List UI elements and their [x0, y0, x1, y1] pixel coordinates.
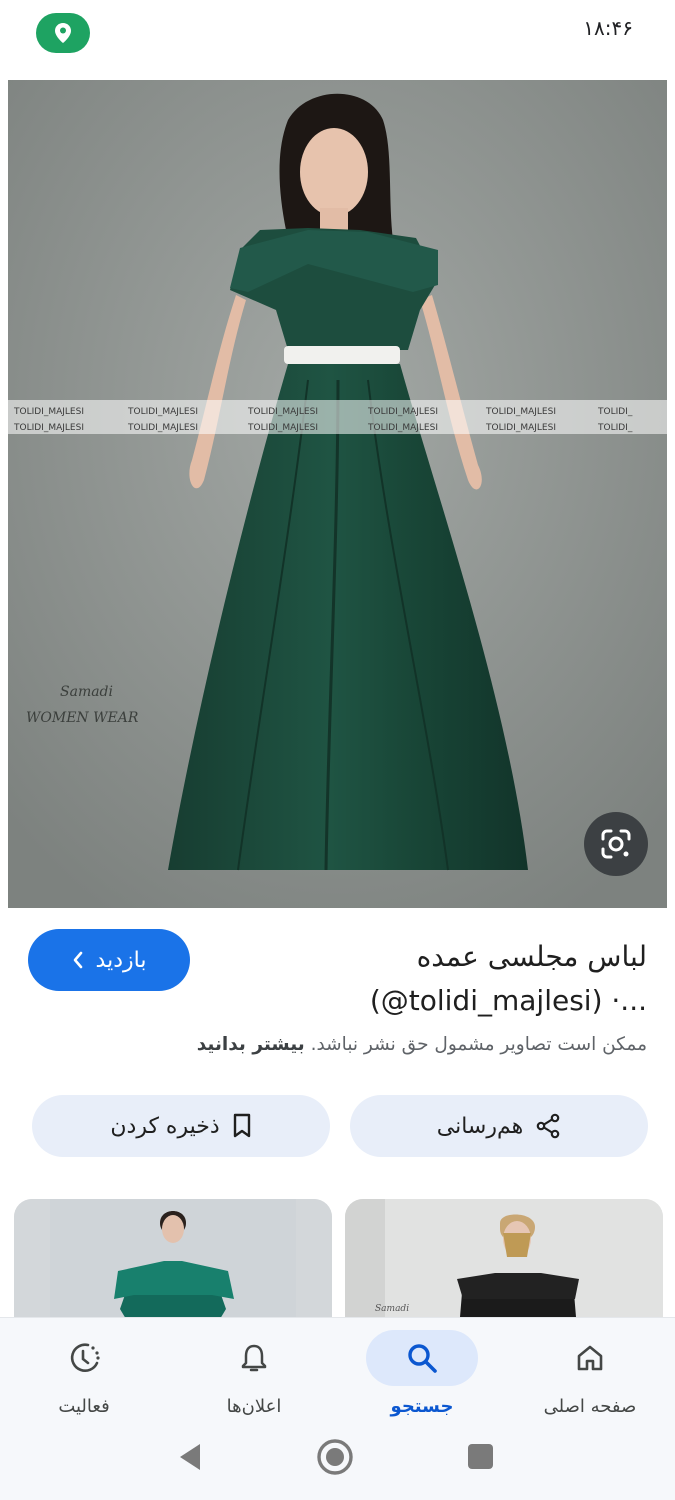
- nav-icon-container: [534, 1330, 646, 1386]
- copyright-notice: ممکن است تصاویر مشمول حق نشر نباشد. بیشت…: [27, 1034, 647, 1055]
- lens-button[interactable]: [584, 812, 648, 876]
- location-pin-icon: [55, 23, 71, 43]
- home-icon: [577, 1345, 603, 1371]
- svg-text:WOMEN WEAR: WOMEN WEAR: [26, 710, 139, 726]
- search-icon: [408, 1344, 437, 1373]
- nav-icon-container: [28, 1330, 140, 1386]
- svg-text:TOLIDI_MAJLESI: TOLIDI_MAJLESI: [485, 407, 556, 417]
- svg-text:TOLIDI_MAJLESI: TOLIDI_MAJLESI: [367, 407, 438, 417]
- related-dress-image: Samadi: [345, 1199, 663, 1329]
- svg-text:TOLIDI_MAJLESI: TOLIDI_MAJLESI: [247, 407, 318, 417]
- share-icon: [536, 1113, 560, 1139]
- svg-text:Samadi: Samadi: [60, 684, 113, 700]
- svg-text:Samadi: Samadi: [375, 1304, 409, 1314]
- related-result-thumbnail[interactable]: Samadi: [345, 1199, 663, 1329]
- result-title[interactable]: لباس مجلسی عمده (@tolidi_majlesi) ·...: [227, 935, 647, 1023]
- back-triangle-icon[interactable]: [176, 1440, 204, 1474]
- nav-label: جستجو: [390, 1396, 454, 1417]
- save-label: ذخیره کردن: [110, 1113, 220, 1139]
- chevron-left-icon: [73, 951, 82, 969]
- visit-label: بازدید: [95, 947, 147, 973]
- result-title-line1: لباس مجلسی عمده: [416, 940, 647, 973]
- learn-more-link[interactable]: بیشتر بدانید: [197, 1034, 305, 1055]
- nav-label: اعلان‌ها: [226, 1396, 282, 1417]
- nav-icon-container: [366, 1330, 478, 1386]
- related-result-thumbnail[interactable]: [14, 1199, 332, 1329]
- nav-label: فعالیت: [58, 1396, 110, 1417]
- svg-text:TOLIDI_MAJLESI: TOLIDI_MAJLESI: [247, 423, 318, 433]
- svg-text:TOLIDI_MAJLESI: TOLIDI_MAJLESI: [127, 423, 198, 433]
- google-lens-icon: [601, 829, 631, 859]
- system-navigation-bar: [0, 1420, 675, 1500]
- result-title-line2: (@tolidi_majlesi) ·...: [369, 984, 647, 1017]
- share-button[interactable]: هم‌رسانی: [350, 1095, 648, 1157]
- activity-icon: [70, 1343, 100, 1372]
- dress-photo: TOLIDI_MAJLESI TOLIDI_MAJLESI TOLIDI_MAJ…: [8, 80, 667, 908]
- visit-button[interactable]: بازدید: [28, 929, 190, 991]
- svg-text:TOLIDI_: TOLIDI_: [597, 407, 633, 417]
- nav-icon-container: [198, 1330, 310, 1386]
- image-preview[interactable]: TOLIDI_MAJLESI TOLIDI_MAJLESI TOLIDI_MAJ…: [0, 76, 675, 911]
- nav-label: صفحه اصلی: [543, 1396, 637, 1417]
- share-label: هم‌رسانی: [436, 1113, 524, 1139]
- location-indicator[interactable]: [36, 13, 90, 53]
- dress-illustration: TOLIDI_MAJLESI TOLIDI_MAJLESI TOLIDI_MAJ…: [8, 80, 667, 908]
- svg-text:TOLIDI_MAJLESI: TOLIDI_MAJLESI: [127, 407, 198, 417]
- bell-icon: [241, 1344, 267, 1372]
- bookmark-icon: [233, 1113, 250, 1138]
- status-bar: ۱۸:۴۶: [0, 0, 675, 66]
- home-circle-icon[interactable]: [316, 1438, 354, 1476]
- status-time: ۱۸:۴۶: [583, 16, 633, 40]
- svg-text:TOLIDI_MAJLESI: TOLIDI_MAJLESI: [367, 423, 438, 433]
- svg-text:TOLIDI_: TOLIDI_: [597, 423, 633, 433]
- copyright-text: ممکن است تصاویر مشمول حق نشر نباشد.: [310, 1034, 647, 1055]
- related-dress-image: [14, 1199, 332, 1329]
- watermark-text: TOLIDI_MAJLESI: [13, 407, 84, 417]
- svg-text:TOLIDI_MAJLESI: TOLIDI_MAJLESI: [13, 423, 84, 433]
- save-button[interactable]: ذخیره کردن: [32, 1095, 330, 1157]
- svg-text:TOLIDI_MAJLESI: TOLIDI_MAJLESI: [485, 423, 556, 433]
- recents-square-icon[interactable]: [468, 1444, 493, 1469]
